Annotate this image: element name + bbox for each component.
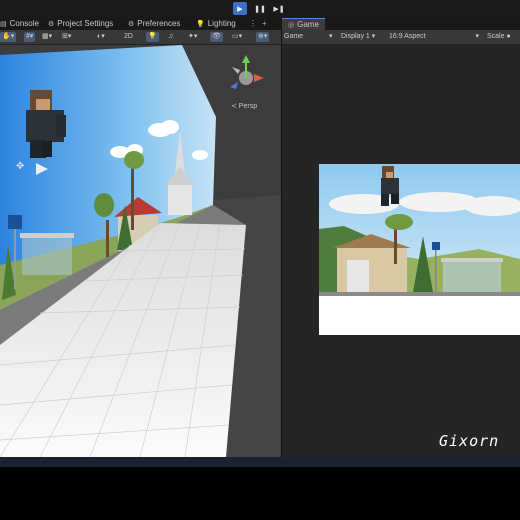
scale-label[interactable]: Scale ● (487, 32, 511, 42)
effects-icon[interactable]: ✦▾ (188, 32, 197, 42)
camera-icon[interactable]: ▭▾ (232, 32, 242, 42)
tab-project-settings[interactable]: ⚙ Project Settings (48, 18, 113, 30)
display-dropdown[interactable]: Display 1 ▾ (341, 32, 375, 42)
perspective-label[interactable]: ≺ Persp (231, 102, 257, 110)
shading-mode-icon[interactable]: ◐▾ (97, 32, 105, 42)
hand-tool-icon[interactable]: ✋▾ (0, 32, 17, 42)
grid-tool-icon[interactable]: #▾ (24, 32, 36, 42)
watermark-text: Gixorn (439, 432, 500, 450)
play-button[interactable]: ▶ (233, 2, 247, 15)
svg-text:✥: ✥ (16, 161, 24, 172)
step-icon: ▶❚ (273, 5, 285, 13)
tab-console[interactable]: ▤ Console (0, 18, 39, 30)
tab-add-icon[interactable]: + (262, 18, 267, 30)
lightbulb-icon: 💡 (196, 21, 205, 28)
play-toolbar: ▶ ❚❚ ▶❚ (0, 0, 520, 18)
chevron-down-icon: ▾ (329, 33, 333, 40)
increment-icon[interactable]: ⊞▾ (62, 32, 71, 42)
pause-icon: ❚❚ (254, 5, 266, 13)
snap-icon[interactable]: ▦▾ (42, 32, 52, 42)
gear-icon: ⚙ (128, 21, 135, 28)
game-view-dropdown[interactable]: Game ▾ (284, 32, 333, 42)
game-view[interactable] (282, 45, 520, 457)
pause-button[interactable]: ❚❚ (253, 2, 267, 15)
tab-lighting[interactable]: 💡 Lighting (196, 18, 236, 30)
gamepad-icon: ◎ (288, 22, 295, 29)
lighting-toggle-icon[interactable]: 💡 (146, 32, 159, 42)
visibility-icon[interactable]: 👁 (210, 32, 223, 42)
status-bar (0, 457, 520, 467)
audio-toggle-icon[interactable]: ♫ (168, 32, 173, 42)
game-render (319, 164, 520, 335)
tab-options-icon[interactable]: ⋮ (249, 18, 257, 30)
scene-view[interactable]: ✥ ≺ Persp (0, 45, 281, 457)
chevron-down-icon: ▾ (371, 33, 376, 40)
gizmos-icon[interactable]: ⊕▾ (256, 32, 270, 42)
chevron-down-icon: ▾ (475, 33, 480, 40)
tab-preferences[interactable]: ⚙ Preferences (128, 18, 180, 30)
game-toolbar: Game ▾ Display 1 ▾ 16:9 Aspect ▾ Scale ● (282, 30, 520, 45)
mode-2d-toggle[interactable]: 2D (124, 32, 133, 42)
step-button[interactable]: ▶❚ (272, 2, 286, 15)
editor-tab-row: ▤ Console ⚙ Project Settings ⚙ Preferences … (0, 18, 520, 31)
console-icon: ▤ (0, 21, 7, 28)
gear-icon: ⚙ (48, 21, 55, 28)
aspect-dropdown[interactable]: 16:9 Aspect ▾ (389, 32, 479, 42)
scene-toolbar: ✋▾ #▾ ▦▾ ⊞▾ ◐▾ 2D 💡 ♫ ✦▾ 👁 ▭▾ ⊕▾ (0, 30, 281, 45)
play-icon: ▶ (237, 5, 243, 13)
